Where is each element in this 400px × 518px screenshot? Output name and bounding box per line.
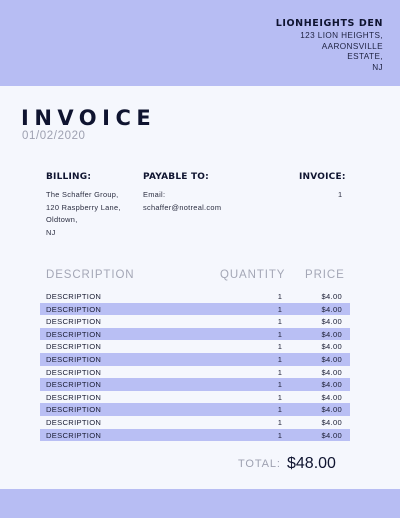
table-row: DESCRIPTION 1 $4.00 xyxy=(40,327,350,341)
payable-heading: PAYABLE TO: xyxy=(143,172,209,182)
item-quantity: 1 xyxy=(277,392,283,402)
billing-line: 120 Raspberry Lane, xyxy=(46,202,121,212)
quantity-column-header: QUANTITY xyxy=(220,269,286,281)
item-quantity: 1 xyxy=(277,354,283,364)
payable-details: Email: schaffer@notreal.com xyxy=(143,189,221,214)
item-price: $4.00 xyxy=(321,354,342,364)
item-description: DESCRIPTION xyxy=(46,329,102,339)
item-price: $4.00 xyxy=(321,329,342,339)
table-row: DESCRIPTION 1 $4.00 xyxy=(40,391,350,404)
company-name: LIONHEIGHTS DEN xyxy=(275,18,383,29)
payable-email-label: Email: xyxy=(143,190,166,199)
company-block: LIONHEIGHTS DEN 123 LION HEIGHTS, AARONS… xyxy=(276,18,383,73)
item-description: DESCRIPTION xyxy=(46,304,102,314)
item-price: $4.00 xyxy=(321,417,342,427)
company-address-line: ESTATE, xyxy=(347,52,383,62)
table-row: DESCRIPTION 1 $4.00 xyxy=(40,416,350,429)
table-row: DESCRIPTION 1 $4.00 xyxy=(40,403,350,416)
payable-email: schaffer@notreal.com xyxy=(143,202,222,212)
price-column-header: PRICE xyxy=(305,269,345,281)
invoice-title: INVOICE xyxy=(21,106,157,130)
invoice-date: 01/02/2020 xyxy=(22,130,86,142)
item-quantity: 1 xyxy=(277,342,283,352)
item-description: DESCRIPTION xyxy=(46,430,102,440)
item-description: DESCRIPTION xyxy=(46,342,102,352)
item-description: DESCRIPTION xyxy=(46,292,102,301)
item-price: $4.00 xyxy=(321,392,342,402)
footer-band xyxy=(0,489,400,518)
item-quantity: 1 xyxy=(277,405,283,415)
table-row: DESCRIPTION 1 $4.00 xyxy=(40,315,350,328)
company-address-line: AARONSVILLE xyxy=(321,41,383,51)
item-quantity: 1 xyxy=(277,430,283,440)
item-description: DESCRIPTION xyxy=(46,367,102,377)
table-row: DESCRIPTION 1 $4.00 xyxy=(40,352,350,366)
company-address: 123 LION HEIGHTS, AARONSVILLE ESTATE, NJ xyxy=(276,31,383,73)
item-price: $4.00 xyxy=(321,304,342,314)
table-row: DESCRIPTION 1 $4.00 xyxy=(40,290,350,303)
item-quantity: 1 xyxy=(277,367,283,377)
company-address-line: NJ xyxy=(372,62,383,72)
item-price: $4.00 xyxy=(321,430,342,440)
item-price: $4.00 xyxy=(321,342,342,352)
total-label: TOTAL: xyxy=(238,458,281,470)
item-description: DESCRIPTION xyxy=(46,417,102,427)
table-row: DESCRIPTION 1 $4.00 xyxy=(40,340,350,353)
item-description: DESCRIPTION xyxy=(46,380,102,390)
total-amount: $48.00 xyxy=(287,455,336,472)
item-description: DESCRIPTION xyxy=(46,317,102,327)
billing-address: The Schaffer Group, 120 Raspberry Lane, … xyxy=(46,189,121,239)
company-address-line: 123 LION HEIGHTS, xyxy=(300,31,383,40)
item-price: $4.00 xyxy=(321,380,342,390)
item-price: $4.00 xyxy=(321,405,342,415)
item-quantity: 1 xyxy=(277,292,283,301)
item-price: $4.00 xyxy=(321,292,342,301)
table-row: DESCRIPTION 1 $4.00 xyxy=(40,378,350,391)
item-description: DESCRIPTION xyxy=(46,392,102,402)
item-quantity: 1 xyxy=(277,329,283,339)
item-price: $4.00 xyxy=(321,317,342,327)
item-quantity: 1 xyxy=(277,380,283,390)
billing-line: NJ xyxy=(46,227,56,237)
item-description: DESCRIPTION xyxy=(46,354,102,364)
billing-line: The Schaffer Group, xyxy=(46,190,119,199)
invoice-page: LIONHEIGHTS DEN 123 LION HEIGHTS, AARONS… xyxy=(0,0,400,518)
description-column-header: DESCRIPTION xyxy=(46,269,135,281)
billing-heading: BILLING: xyxy=(46,172,92,182)
table-row: DESCRIPTION 1 $4.00 xyxy=(40,428,350,442)
item-quantity: 1 xyxy=(277,417,283,427)
billing-line: Oldtown, xyxy=(46,215,78,224)
item-quantity: 1 xyxy=(277,304,283,314)
item-quantity: 1 xyxy=(277,317,283,327)
table-row: DESCRIPTION 1 $4.00 xyxy=(40,366,350,379)
item-price: $4.00 xyxy=(321,367,342,377)
line-items-table: DESCRIPTION 1 $4.00 DESCRIPTION 1 $4.00 DESCRI… xyxy=(40,290,350,442)
table-row: DESCRIPTION 1 $4.00 xyxy=(40,302,350,316)
item-description: DESCRIPTION xyxy=(46,405,102,415)
invoice-number: 1 xyxy=(338,190,343,199)
invoice-number-heading: INVOICE: xyxy=(299,172,346,182)
